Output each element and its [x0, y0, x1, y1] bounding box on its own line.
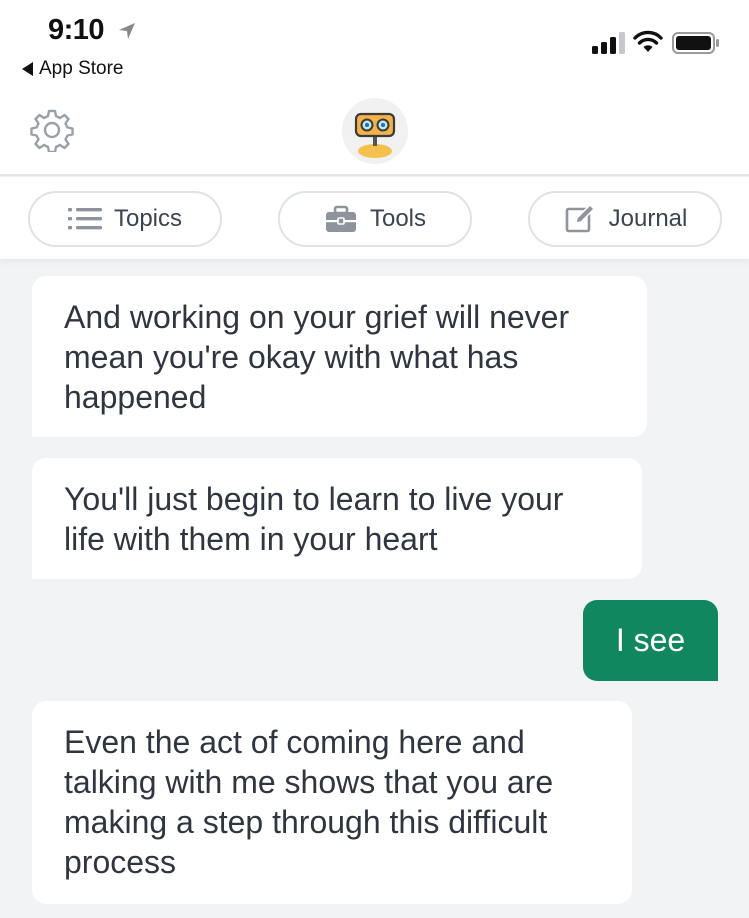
back-app-label: App Store — [39, 58, 124, 79]
bot-message: Even the act of coming here and talking … — [32, 701, 632, 904]
back-triangle-icon — [22, 62, 33, 76]
tab-journal[interactable]: Journal — [528, 191, 722, 247]
tab-tools[interactable]: Tools — [278, 191, 472, 247]
app-header — [0, 90, 749, 176]
tab-topics-label: Topics — [113, 205, 183, 232]
tab-tools-label: Tools — [369, 205, 427, 232]
wifi-icon — [633, 30, 663, 52]
toolbox-icon — [325, 205, 356, 232]
list-icon — [67, 208, 102, 230]
robot-icon — [354, 112, 396, 158]
user-message: I see — [583, 600, 718, 681]
status-bar: 9:10 App Store — [0, 0, 749, 90]
edit-icon — [565, 204, 595, 233]
bot-message: You'll just begin to learn to live your … — [32, 458, 642, 579]
gear-icon[interactable] — [30, 108, 74, 152]
back-to-app-store[interactable]: App Store — [22, 58, 124, 80]
robot-avatar[interactable] — [342, 98, 408, 164]
tab-bar: Topics Tools Journal — [0, 177, 749, 259]
cellular-signal-icon — [592, 32, 625, 54]
battery-icon — [672, 32, 719, 54]
location-arrow-icon — [119, 23, 135, 39]
bot-message: And working on your grief will never mea… — [32, 276, 647, 437]
chat-thread[interactable]: And working on your grief will never mea… — [0, 259, 749, 918]
tab-journal-label: Journal — [608, 205, 688, 232]
tab-topics[interactable]: Topics — [28, 191, 222, 247]
status-time: 9:10 — [48, 14, 105, 46]
